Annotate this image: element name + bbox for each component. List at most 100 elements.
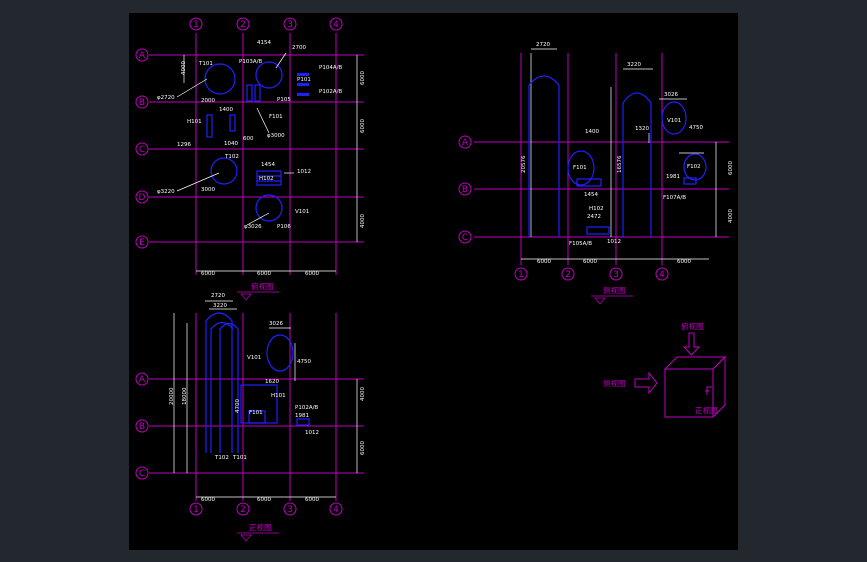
side-tag-1981: 1981 [666, 174, 680, 180]
plan-col-label-2: 2 [240, 20, 246, 30]
side-col-label-1: 1 [518, 270, 524, 280]
side-view-title: 侧视图 [603, 285, 626, 295]
vessel-v101 [255, 194, 283, 222]
plan-tag-p102: P102A/B [319, 89, 342, 95]
plan-tag-2700: 2700 [292, 45, 306, 51]
front-dim-18000: 18000 [182, 387, 188, 405]
front-tag-3026: 3026 [269, 321, 283, 327]
plan-tag-1454: 1454 [261, 162, 275, 168]
front-col-label-1: 1 [193, 505, 199, 515]
side-span-2: 6000 [583, 259, 597, 265]
plan-tag-1040: 1040 [224, 141, 238, 147]
front-tag-1981: 1981 [295, 413, 309, 419]
plan-tag-p106: P106 [277, 224, 291, 230]
side-span-1: 6000 [537, 259, 551, 265]
front-view-title: 正视图 [249, 522, 272, 532]
front-dim-4000: 4000 [360, 387, 366, 401]
plan-row-label-d: D [139, 193, 146, 203]
tank-t103 [210, 157, 238, 185]
plan-tag-h101: H101 [187, 119, 202, 125]
side-view-arrow [634, 371, 658, 395]
side-tag-3220: 3220 [627, 62, 641, 68]
side-dim-20576: 20576 [521, 155, 527, 173]
side-tag-1320: 1320 [635, 126, 649, 132]
side-tag-h102: H102 [589, 206, 604, 212]
projection-side-label: 侧视图 [603, 378, 626, 388]
front-dim-6000: 6000 [360, 441, 366, 455]
plan-span-2: 6000 [257, 271, 271, 277]
front-col-label-3: 3 [287, 505, 293, 515]
front-span-2: 6000 [257, 497, 271, 503]
plan-tag-t102: T102 [224, 154, 239, 160]
vessel-v101-front [266, 334, 294, 372]
pump-f105-side [586, 226, 610, 235]
projection-top-label: 俯视图 [681, 321, 704, 331]
front-view: A B C 1 2 3 4 2720 3220 3026 V101 4750 1… [135, 293, 366, 542]
cad-drawing: A B C D E 1 2 3 4 T101 P103A/B P104A/B P… [135, 17, 734, 542]
side-tag-f107: F107A/B [663, 195, 686, 201]
plan-tag-p103: P103A/B [239, 59, 262, 65]
front-tag-p102: P102A/B [295, 405, 318, 411]
side-dim-4000: 4000 [728, 209, 734, 223]
plan-tag-d3220: φ3220 [157, 189, 175, 195]
tank-t101 [204, 63, 236, 95]
side-dim-6000: 6000 [728, 161, 734, 175]
front-tag-2720: 2720 [211, 293, 225, 299]
front-dim-4700: 4700 [235, 399, 241, 413]
plan-tag-600: 600 [243, 136, 254, 142]
plan-rowdim-4: 4000 [360, 214, 366, 228]
plan-col-label-4: 4 [333, 20, 339, 30]
plan-row-label-b: B [139, 98, 145, 108]
front-tag-4750: 4750 [297, 359, 311, 365]
plan-row-label-c: C [139, 145, 145, 155]
side-tag-4750: 4750 [689, 125, 703, 131]
plan-tag-p101: P101 [297, 77, 311, 83]
side-tag-1012: 1012 [607, 239, 621, 245]
plan-tag-1012: 1012 [297, 169, 311, 175]
front-col-label-2: 2 [240, 505, 246, 515]
side-tag-1454: 1454 [584, 192, 598, 198]
side-dim-16576: 16576 [617, 155, 623, 173]
side-tag-f101: F101 [573, 165, 587, 171]
projection-symbol: 俯视图 侧视图 正视图 [603, 321, 727, 418]
side-tag-2472: 2472 [587, 214, 601, 220]
plan-view-title: 俯视图 [251, 281, 274, 291]
column-t102 [219, 322, 239, 453]
side-tag-1400: 1400 [585, 129, 599, 135]
plan-tag-d2720: φ2720 [157, 95, 175, 101]
side-tag-v101: V101 [667, 118, 681, 124]
front-tag-v101: V101 [247, 355, 261, 361]
side-row-label-b: B [462, 185, 468, 195]
side-tag-f102: F102 [687, 164, 701, 170]
plan-tag-f101: F101 [269, 114, 283, 120]
side-tag-f105: F105A/B [569, 241, 592, 247]
pump-p101 [246, 84, 253, 102]
plan-tag-h102: H102 [259, 176, 274, 182]
drawing-sheet: A B C D E 1 2 3 4 T101 P103A/B P104A/B P… [129, 13, 738, 550]
top-view-arrow [682, 332, 701, 356]
front-col-label-4: 4 [333, 505, 339, 515]
side-row-label-a: A [462, 138, 469, 148]
plan-rowdim-3: 6000 [360, 119, 366, 133]
front-dim-20000: 20000 [169, 387, 175, 405]
plan-col-label-3: 3 [287, 20, 293, 30]
front-span-1: 6000 [201, 497, 215, 503]
front-tag-3220: 3220 [213, 303, 227, 309]
plan-tag-2000: 2000 [201, 98, 215, 104]
plan-tag-p105: P105 [277, 97, 291, 103]
plan-row-label-e: E [139, 238, 145, 248]
side-col-label-2: 2 [565, 270, 571, 280]
plan-span-1: 6000 [201, 271, 215, 277]
column-t101-side [528, 75, 560, 237]
front-tag-f101: F101 [249, 410, 263, 416]
plan-span-3: 6000 [305, 271, 319, 277]
front-tag-t101: T101 [232, 455, 247, 461]
front-row-label-c: C [139, 469, 145, 479]
front-tag-1012: 1012 [305, 430, 319, 436]
plan-tag-4154: 4154 [257, 40, 271, 46]
plan-tag-t101: T101 [198, 61, 213, 67]
projection-front-label: 正视图 [695, 405, 718, 415]
side-view: A B C 1 2 3 4 2720 3220 3026 4750 1320 F… [458, 42, 734, 305]
heater-h101 [206, 114, 213, 138]
front-tag-t102: T102 [214, 455, 229, 461]
